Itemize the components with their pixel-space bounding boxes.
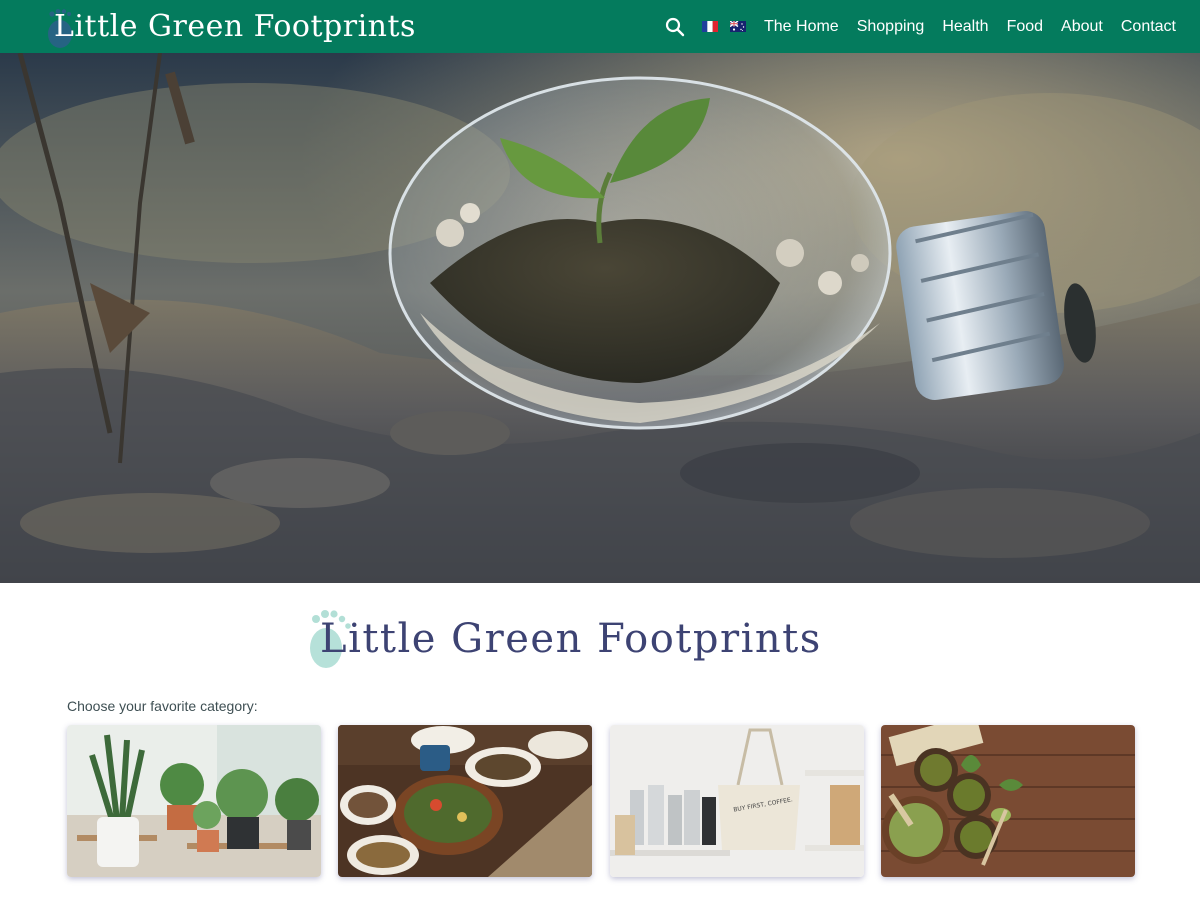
category-card-shopping[interactable]: BUY FIRST, COFFEE. bbox=[609, 725, 864, 877]
matcha-tea-image bbox=[880, 725, 1135, 877]
site-header: Little Green Footprints The Home Shoppin… bbox=[0, 0, 1200, 53]
flag-fr-icon[interactable] bbox=[702, 21, 718, 32]
main-nav: The Home Shopping Health Food About Cont… bbox=[664, 0, 1176, 53]
category-card-food[interactable] bbox=[338, 725, 593, 877]
hero-image bbox=[0, 53, 1200, 583]
category-card-health[interactable] bbox=[880, 725, 1135, 877]
search-icon[interactable] bbox=[664, 16, 686, 38]
logo-title: Little Green Footprints bbox=[320, 616, 822, 662]
category-prompt: Choose your favorite category: bbox=[67, 698, 258, 714]
nav-link-food[interactable]: Food bbox=[1007, 18, 1043, 36]
nav-link-health[interactable]: Health bbox=[942, 18, 988, 36]
nav-link-the-home[interactable]: The Home bbox=[764, 18, 839, 36]
footprints-logo: Little Green Footprints bbox=[300, 606, 820, 676]
flag-au-icon[interactable] bbox=[730, 21, 746, 32]
tote-bag-image: BUY FIRST, COFFEE. bbox=[609, 725, 864, 877]
houseplants-image bbox=[67, 725, 321, 877]
site-title: Little Green Footprints bbox=[54, 8, 416, 44]
nav-link-about[interactable]: About bbox=[1061, 18, 1103, 36]
nav-link-contact[interactable]: Contact bbox=[1121, 18, 1176, 36]
category-card-houseplants[interactable] bbox=[67, 725, 321, 877]
site-brand-link[interactable]: Little Green Footprints bbox=[44, 2, 416, 50]
lightbulb-plant-image bbox=[0, 53, 1200, 583]
nav-link-shopping[interactable]: Shopping bbox=[857, 18, 925, 36]
food-bowls-image bbox=[338, 725, 593, 877]
category-cards: BUY FIRST, COFFEE. bbox=[67, 725, 1135, 877]
